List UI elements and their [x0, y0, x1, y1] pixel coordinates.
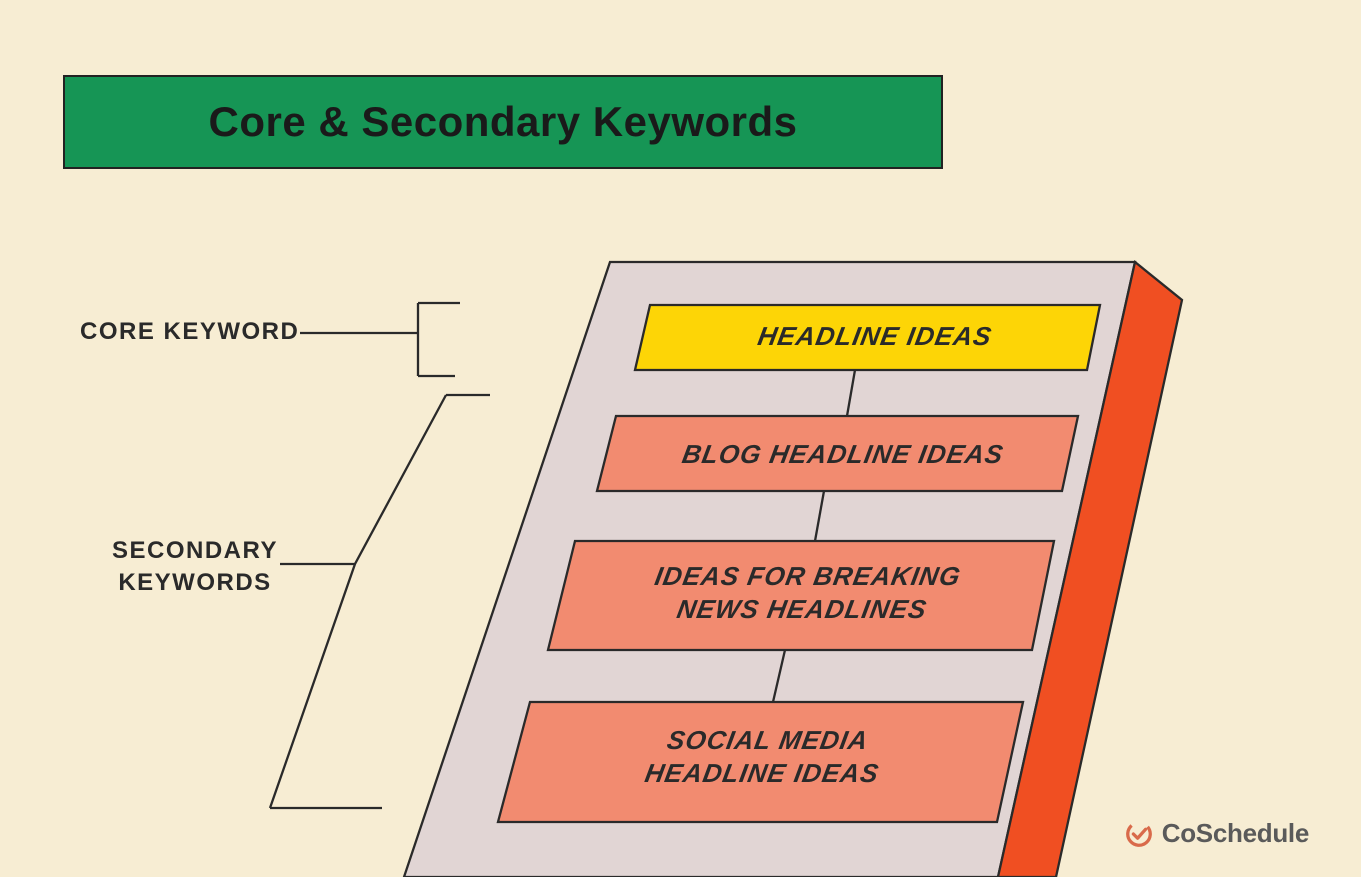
coschedule-check-icon — [1124, 819, 1154, 849]
card-text-blog: BLOG HEADLINE IDEAS — [615, 438, 1071, 471]
card-text-headline: HEADLINE IDEAS — [647, 320, 1103, 353]
brand-logo: CoSchedule — [1124, 818, 1309, 849]
brand-name: CoSchedule — [1162, 818, 1309, 849]
label-core-keyword: CORE KEYWORD — [80, 318, 299, 346]
title-text: Core & Secondary Keywords — [208, 98, 797, 146]
card-text-social: SOCIAL MEDIAHEADLINE IDEAS — [534, 724, 995, 789]
label-secondary-keywords: SECONDARYKEYWORDS — [112, 535, 278, 600]
card-text-breaking: IDEAS FOR BREAKINGNEWS HEADLINES — [574, 560, 1035, 625]
title-bar: Core & Secondary Keywords — [63, 75, 943, 169]
